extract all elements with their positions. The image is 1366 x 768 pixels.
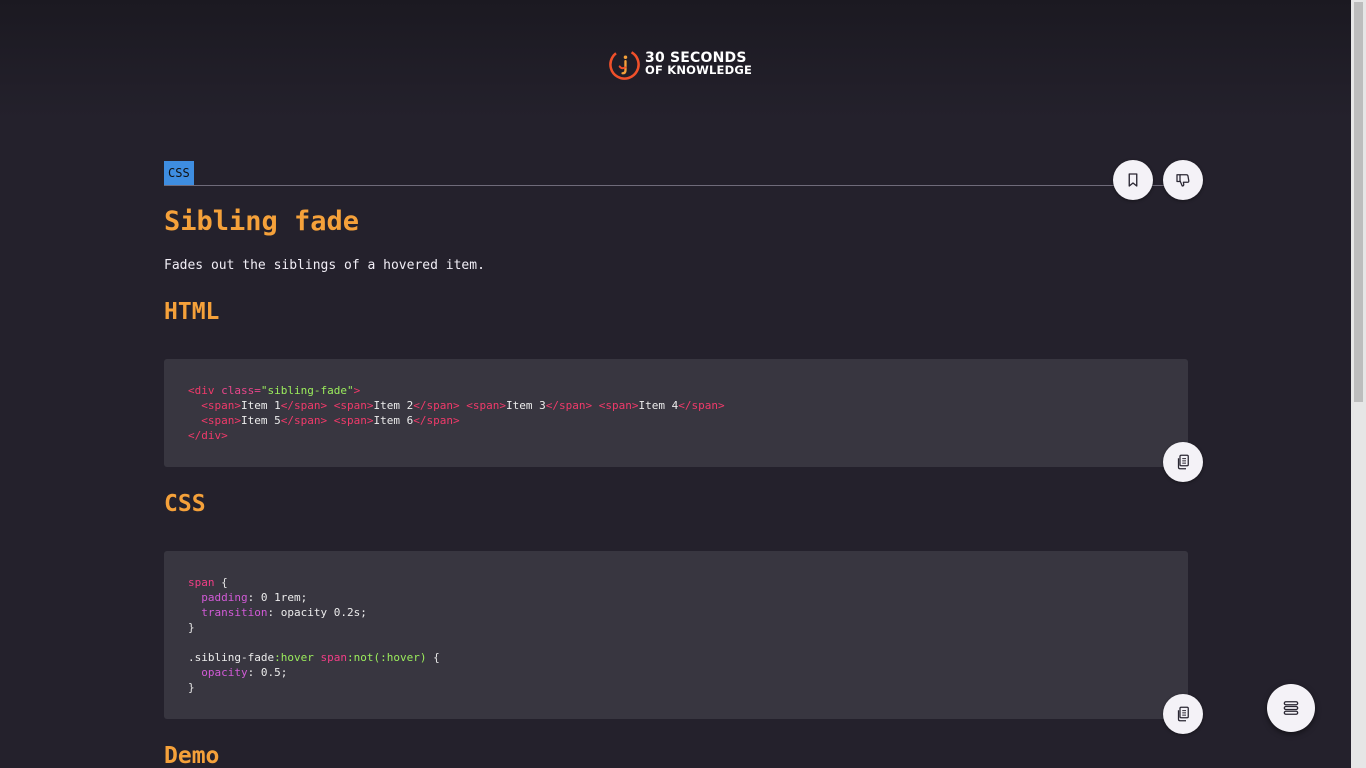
code-token: Item 6 bbox=[373, 414, 414, 427]
css-code-block[interactable]: span { padding: 0 1rem; transition: opac… bbox=[164, 551, 1188, 719]
code-token: :hover bbox=[274, 651, 314, 664]
dislike-button[interactable] bbox=[1163, 160, 1203, 200]
code-token: <span> bbox=[201, 414, 241, 427]
code-token: .sibling-fade bbox=[188, 651, 275, 664]
code-token: </span> bbox=[413, 414, 460, 427]
code-token: > bbox=[353, 384, 361, 397]
copy-css-button[interactable] bbox=[1163, 694, 1203, 734]
code-token: </span> bbox=[413, 399, 460, 412]
code-token: Item 1 bbox=[241, 399, 281, 412]
tag-divider bbox=[164, 185, 1189, 186]
code-token: <div bbox=[188, 384, 215, 397]
scrollbar-thumb[interactable] bbox=[1354, 2, 1363, 402]
page-title: Sibling fade bbox=[164, 206, 360, 237]
code-token: "sibling-fade" bbox=[260, 384, 354, 397]
code-token: </span> bbox=[280, 399, 328, 412]
menu-button[interactable] bbox=[1267, 684, 1315, 732]
logo-line-2: OF KNOWLEDGE bbox=[645, 63, 753, 77]
logo-icon bbox=[609, 48, 640, 80]
page-scrollbar[interactable] bbox=[1351, 0, 1366, 768]
copy-html-button[interactable] bbox=[1163, 442, 1203, 482]
copy-icon bbox=[1177, 706, 1189, 722]
code-token: class= bbox=[214, 384, 261, 397]
code-token: } bbox=[188, 681, 195, 694]
code-token: span bbox=[313, 651, 347, 664]
code-token: <span> bbox=[333, 399, 374, 412]
code-token: transition bbox=[201, 606, 268, 619]
site-logo[interactable]: 30 SECONDS OF KNOWLEDGE bbox=[608, 47, 752, 81]
page: 30 SECONDS OF KNOWLEDGE CSS Sibling fade… bbox=[0, 0, 1366, 768]
code-token: <span> bbox=[598, 399, 639, 412]
code-token: </span> bbox=[280, 414, 328, 427]
code-token: Item 3 bbox=[505, 399, 546, 412]
code-token: { bbox=[214, 576, 228, 589]
code-token: <span> bbox=[333, 414, 374, 427]
code-token: Item 5 bbox=[241, 414, 281, 427]
logo-text: 30 SECONDS OF KNOWLEDGE bbox=[645, 51, 753, 77]
code-token: : opacity 0.2s; bbox=[267, 606, 367, 619]
code-token: </span> bbox=[545, 399, 593, 412]
code-token: <span> bbox=[466, 399, 506, 412]
code-token: span bbox=[188, 576, 215, 589]
html-code-block[interactable]: <div class="sibling-fade"> <span>Item 1<… bbox=[164, 359, 1188, 467]
code-token: </span> bbox=[678, 399, 725, 412]
section-heading-demo: Demo bbox=[164, 743, 220, 768]
code-token: <span> bbox=[201, 399, 241, 412]
code-token: Item 4 bbox=[638, 399, 679, 412]
code-token: { bbox=[426, 651, 440, 664]
section-heading-html: HTML bbox=[164, 299, 220, 325]
code-token: padding bbox=[201, 591, 248, 604]
code-token: : 0 1rem; bbox=[247, 591, 308, 604]
code-token: opacity bbox=[201, 666, 248, 679]
code-token: </div> bbox=[188, 429, 228, 442]
code-token: :not(:hover) bbox=[346, 651, 427, 664]
code-token: Item 2 bbox=[373, 399, 414, 412]
bookmark-icon bbox=[1128, 173, 1138, 187]
bookmark-button[interactable] bbox=[1113, 160, 1153, 200]
code-token: } bbox=[188, 621, 195, 634]
code-token: : 0.5; bbox=[247, 666, 288, 679]
page-description: Fades out the siblings of a hovered item… bbox=[164, 258, 485, 273]
thumbs-down-icon bbox=[1176, 174, 1190, 187]
menu-icon bbox=[1283, 701, 1299, 715]
copy-icon bbox=[1177, 454, 1189, 470]
category-tag[interactable]: CSS bbox=[164, 161, 194, 185]
section-heading-css: CSS bbox=[164, 491, 206, 517]
